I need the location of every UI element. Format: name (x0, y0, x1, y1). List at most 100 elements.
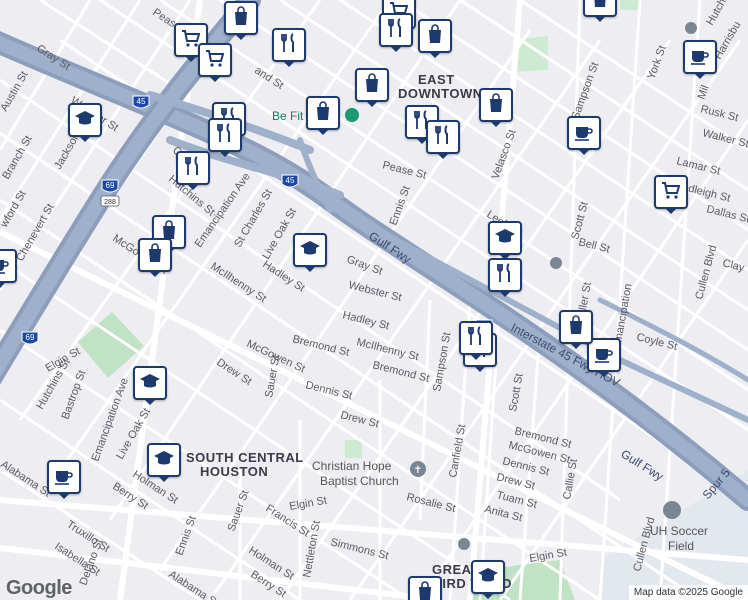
interstate-45-shield: 45 (281, 174, 299, 188)
coffee-icon (592, 341, 616, 370)
coffee-icon (688, 43, 712, 72)
shopping-bag-marker[interactable] (408, 576, 442, 600)
map-attribution[interactable]: Map data ©2025 Google (628, 585, 748, 600)
map-view[interactable]: 45 45 45 69 69 288 Gulf Fwy Gulf Fwy Int… (0, 0, 748, 600)
svg-text:York St: York St (646, 44, 669, 81)
coffee-marker[interactable] (587, 338, 621, 377)
svg-text:Dallas St: Dallas St (705, 203, 748, 225)
school-marker[interactable] (147, 443, 181, 482)
poi-label-uh-soccer[interactable]: UH Soccer (650, 524, 708, 538)
restaurant-icon (213, 121, 237, 150)
shopping-bag-marker[interactable] (306, 96, 340, 135)
svg-text:45: 45 (137, 97, 146, 106)
shopping-bag-icon (423, 22, 447, 51)
coffee-marker[interactable] (567, 116, 601, 155)
gym-poi-icon[interactable] (345, 108, 359, 122)
school-marker[interactable] (293, 233, 327, 272)
shopping-cart-marker[interactable] (654, 175, 688, 214)
poi-label-uh-soccer[interactable]: Field (668, 539, 694, 553)
svg-text:wford St: wford St (0, 189, 29, 231)
bus-stop-icon[interactable] (685, 22, 697, 34)
coffee-marker[interactable] (0, 249, 17, 288)
interstate-69-shield: 69 (101, 179, 119, 193)
shopping-bag-icon (413, 579, 437, 600)
school-icon (493, 224, 517, 253)
svg-text:Bell St: Bell St (577, 236, 611, 255)
restaurant-marker[interactable] (426, 120, 460, 159)
shopping-bag-icon (588, 0, 612, 15)
svg-text:69: 69 (106, 181, 115, 190)
bus-stop-icon[interactable] (458, 538, 470, 550)
shopping-cart-icon (203, 46, 227, 75)
interstate-45-shield: 45 (132, 95, 150, 109)
shopping-bag-marker[interactable] (559, 310, 593, 349)
restaurant-icon (431, 123, 455, 152)
shopping-bag-marker[interactable] (355, 68, 389, 107)
area-label: EAST (418, 72, 455, 87)
shopping-bag-marker[interactable] (224, 1, 258, 40)
svg-text:Dennis St: Dennis St (304, 379, 353, 402)
shopping-cart-marker[interactable] (198, 43, 232, 82)
svg-text:✝: ✝ (414, 465, 422, 476)
shopping-bag-marker[interactable] (479, 88, 513, 127)
school-icon (476, 563, 500, 592)
svg-text:Ennis St: Ennis St (174, 514, 199, 557)
coffee-icon (572, 119, 596, 148)
shopping-bag-icon (229, 4, 253, 33)
poi-label-church[interactable]: Baptist Church (320, 474, 399, 488)
school-marker[interactable] (68, 103, 102, 142)
shopping-bag-marker[interactable] (418, 19, 452, 58)
svg-text:69: 69 (26, 333, 35, 342)
svg-text:45: 45 (286, 176, 295, 185)
coffee-marker[interactable] (47, 460, 81, 499)
restaurant-icon (493, 261, 517, 290)
park-area (345, 440, 362, 458)
svg-text:Scott St: Scott St (507, 372, 526, 412)
restaurant-icon (384, 16, 408, 45)
restaurant-marker[interactable] (459, 321, 493, 360)
svg-text:288: 288 (104, 199, 116, 206)
shopping-bag-icon (564, 313, 588, 342)
state-highway-288-shield: 288 (100, 195, 120, 207)
restaurant-marker[interactable] (379, 13, 413, 52)
restaurant-marker[interactable] (208, 118, 242, 157)
shopping-bag-icon (311, 99, 335, 128)
poi-label-church[interactable]: Christian Hope (312, 459, 392, 473)
svg-text:Elgin St: Elgin St (288, 495, 327, 513)
svg-text:Sauer St: Sauer St (226, 489, 252, 533)
school-marker[interactable] (133, 366, 167, 405)
restaurant-icon (464, 324, 488, 353)
shopping-bag-icon (484, 91, 508, 120)
svg-text:Drew St: Drew St (214, 356, 253, 387)
google-logo: Google (6, 577, 72, 599)
svg-text:Hutchi: Hutchi (704, 0, 730, 27)
restaurant-marker[interactable] (176, 151, 210, 190)
bus-stop-icon[interactable] (550, 257, 562, 269)
svg-text:Alabama St: Alabama St (0, 458, 53, 499)
school-marker[interactable] (471, 560, 505, 599)
shopping-bag-marker[interactable] (138, 238, 172, 277)
shopping-cart-icon (659, 178, 683, 207)
school-icon (298, 236, 322, 265)
interstate-69-shield: 69 (21, 331, 39, 345)
shopping-bag-icon (360, 71, 384, 100)
school-marker[interactable] (488, 221, 522, 260)
coffee-icon (52, 463, 76, 492)
restaurant-icon (277, 31, 301, 60)
restaurant-icon (181, 154, 205, 183)
restaurant-marker[interactable] (272, 28, 306, 67)
restaurant-marker[interactable] (488, 258, 522, 297)
school-icon (152, 446, 176, 475)
school-icon (73, 106, 97, 135)
park-area (620, 0, 640, 10)
area-label: HOUSTON (200, 464, 268, 479)
shopping-bag-marker[interactable] (583, 0, 617, 22)
shopping-bag-icon (143, 241, 167, 270)
stadium-poi-icon[interactable] (663, 501, 681, 519)
svg-text:McIlhenny St: McIlhenny St (208, 260, 268, 305)
coffee-icon (0, 252, 12, 281)
highway-label: Gulf Fwy (618, 447, 666, 484)
school-icon (138, 369, 162, 398)
coffee-marker[interactable] (683, 40, 717, 79)
svg-text:Cullen Blvd: Cullen Blvd (693, 244, 719, 301)
